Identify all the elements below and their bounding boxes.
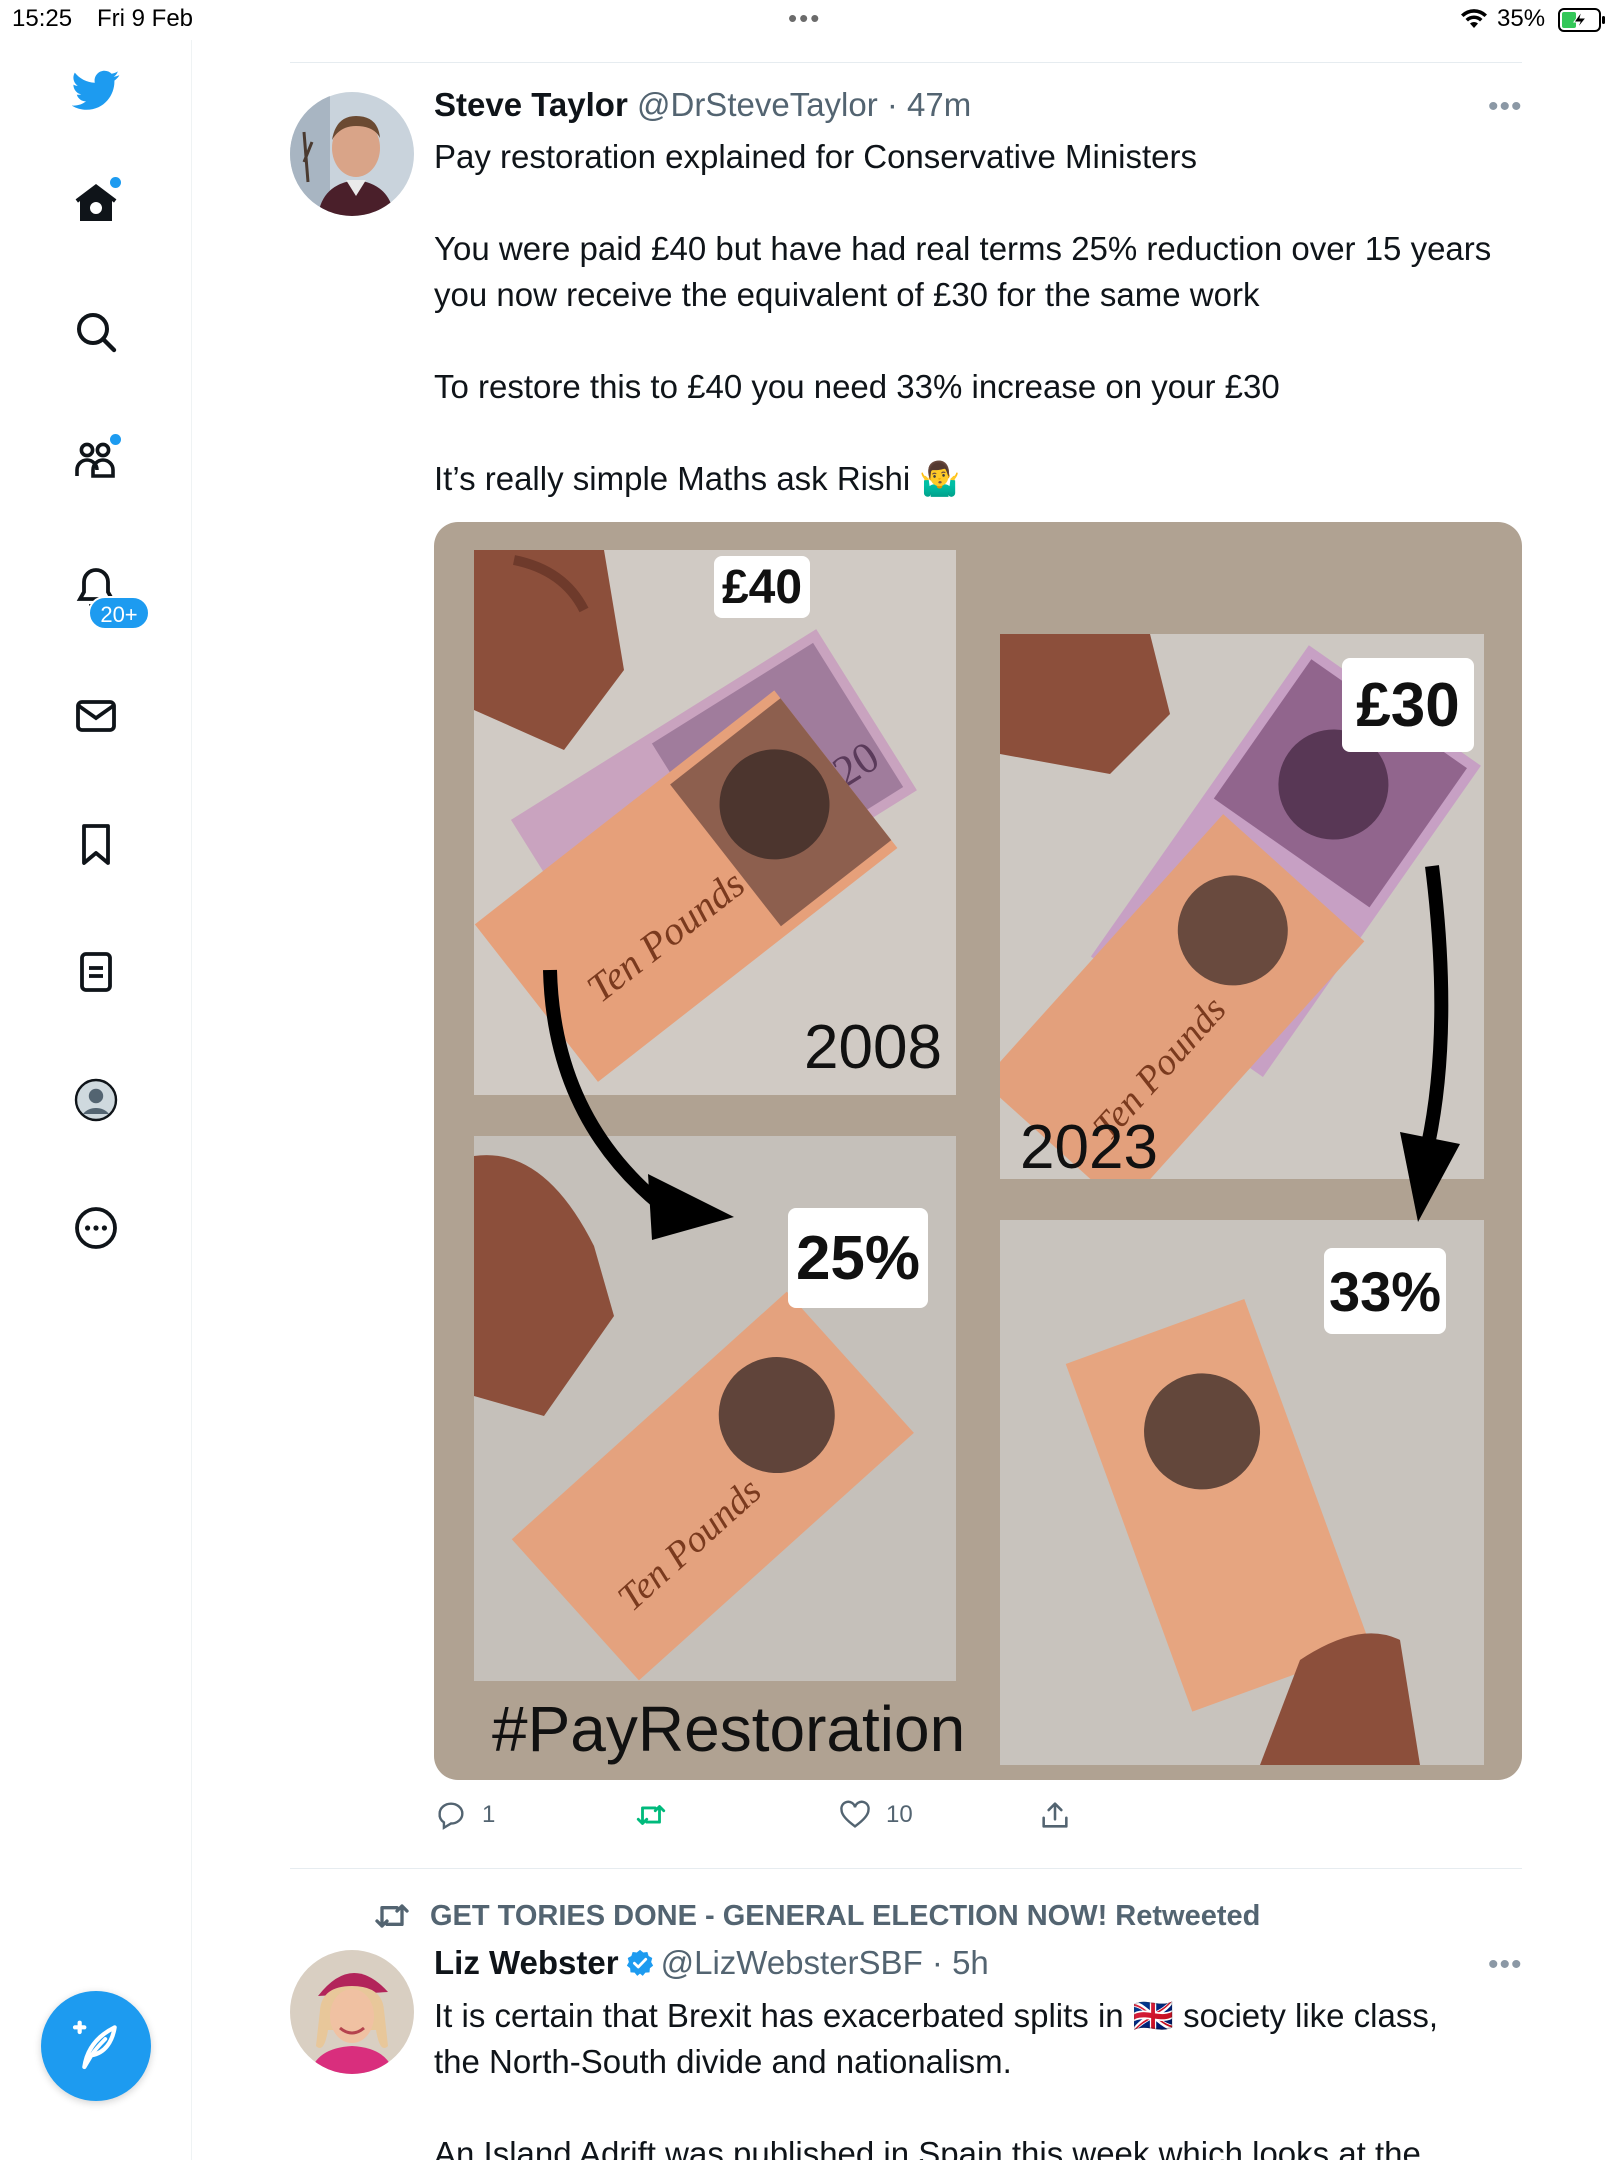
meta-separator: · [877, 86, 908, 123]
battery-percent: 35% [1497, 5, 1546, 32]
tweet-text-segment: society like class, [1183, 1997, 1439, 2034]
share-icon [1042, 1802, 1068, 1828]
status-time: 15:25 [12, 5, 73, 32]
meta-separator: · [922, 1944, 953, 1981]
tweet-body: It is certain that Brexit has exacerbate… [434, 1993, 1534, 2160]
heart-icon [840, 1800, 870, 1828]
retweet-button[interactable] [634, 1798, 682, 1832]
nav-profile[interactable] [66, 1070, 126, 1130]
home-unread-dot [110, 177, 121, 188]
tweet-text-line: you now receive the equivalent of £30 fo… [434, 276, 1260, 313]
hashtag-text: #PayRestoration [492, 1693, 966, 1765]
display-name[interactable]: Steve Taylor [434, 86, 628, 123]
nav-communities[interactable] [66, 430, 126, 490]
display-name[interactable]: Liz Webster [434, 1944, 619, 1981]
retweeted-by-context[interactable]: GET TORIES DONE - GENERAL ELECTION NOW! … [372, 1896, 1260, 1936]
profile-icon [74, 1078, 118, 1122]
reply-count: 1 [482, 1801, 496, 1828]
avatar[interactable] [290, 92, 414, 216]
tweet-body: Pay restoration explained for Conservati… [434, 134, 1534, 502]
wifi-icon [1461, 9, 1487, 28]
retweeted-by-text: GET TORIES DONE - GENERAL ELECTION NOW! … [430, 1899, 1261, 1932]
multitasking-dots[interactable]: ••• [788, 3, 821, 34]
nav-lists[interactable] [66, 942, 126, 1002]
like-count: 10 [886, 1801, 913, 1828]
tweet-text-line: Pay restoration explained for Conservati… [434, 138, 1198, 175]
tweet-text-line: To restore this to £40 you need 33% incr… [434, 368, 1280, 405]
avatar[interactable] [290, 1950, 414, 2074]
tweet-time[interactable]: 5h [952, 1944, 989, 1981]
reply-icon [438, 1802, 464, 1830]
avatar-steve-taylor [290, 92, 414, 216]
arrow-down-icon [543, 865, 1460, 1240]
tweet-text-line: It’s really simple Maths ask Rishi 🤷‍♂️ [434, 460, 961, 497]
bookmark-icon [82, 824, 110, 865]
twitter-logo[interactable] [66, 60, 126, 120]
nav-messages[interactable] [66, 686, 126, 746]
feed-top-divider [290, 62, 1522, 63]
status-bar: 15:25 Fri 9 Feb ••• 35% [0, 0, 1620, 40]
list-icon [80, 952, 112, 992]
tweet-header: Liz Webster @LizWebsterSBF · 5h [434, 1944, 989, 1982]
tweet-more-button[interactable]: ••• [1488, 90, 1523, 124]
tweet-text-line: It is certain that Brexit has exacerbate… [434, 1993, 1534, 2039]
like-button[interactable]: 10 [838, 1798, 913, 1832]
tweet-text-line: An Island Adrift was published in Spain … [434, 2135, 1421, 2160]
reply-button[interactable]: 1 [434, 1798, 495, 1832]
notifications-badge: 20+ [88, 596, 150, 630]
tweet-divider [290, 1868, 1522, 1869]
retweet-icon [375, 1904, 409, 1928]
tweet-time[interactable]: 47m [907, 86, 971, 123]
tweet-actions: 1 10 [434, 1798, 1434, 1842]
retweet-icon [636, 1805, 666, 1825]
tweet-text-line: You were paid £40 but have had real term… [434, 230, 1492, 267]
battery-charging-icon [1558, 8, 1605, 32]
communities-unread-dot [110, 434, 121, 445]
more-icon [75, 1207, 117, 1249]
nav-explore[interactable] [66, 302, 126, 362]
verified-badge-icon [626, 1949, 653, 1976]
bird-icon [72, 70, 120, 110]
nav-more[interactable] [66, 1198, 126, 1258]
uk-flag-emoji: 🇬🇧 [1132, 1997, 1174, 2034]
search-icon [77, 313, 117, 353]
compose-feather-icon [72, 2020, 117, 2070]
nav-bookmarks[interactable] [66, 814, 126, 874]
nav-home[interactable] [66, 173, 126, 233]
mail-icon [76, 700, 116, 732]
tweet-text-segment: It is certain that Brexit has exacerbate… [434, 1997, 1124, 2034]
tweet-more-button[interactable]: ••• [1488, 1948, 1523, 1982]
tweet-text-line: the North-South divide and nationalism. [434, 2043, 1012, 2080]
tweet-media-image[interactable]: 20 Ten Pounds £40 2008 Ten Pounds £30 20… [434, 522, 1522, 1780]
user-handle[interactable]: @DrSteveTaylor [637, 86, 878, 123]
compose-tweet-button[interactable] [41, 1991, 151, 2101]
user-handle[interactable]: @LizWebsterSBF [661, 1944, 923, 1981]
avatar-liz-webster [290, 1950, 414, 2074]
sidebar-nav: 20+ [0, 40, 192, 2160]
share-button[interactable] [1038, 1798, 1072, 1832]
tweet-header: Steve Taylor @DrSteveTaylor · 47m [434, 86, 971, 124]
status-date: Fri 9 Feb [97, 5, 194, 32]
